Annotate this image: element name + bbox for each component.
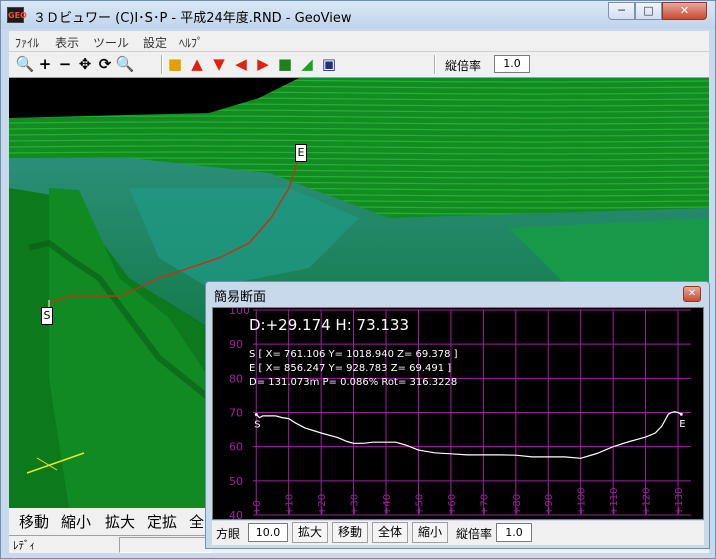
dialog-title: 簡易断面 (214, 290, 267, 305)
grid-label: 方眼 (216, 527, 241, 541)
profile-zoom-out-button[interactable]: 縮小 (412, 522, 448, 543)
y-tick-label: 60 (229, 441, 243, 454)
profile-info-start: S [ X= 761.106 Y= 1018.940 Z= 69.378 ] (249, 349, 458, 360)
profile-header: D:+29.174 H: 73.133 (249, 316, 409, 334)
status-panel (119, 537, 211, 553)
profile-dialog: 簡易断面 ✕ 40 50 60 70 80 90 100 +0 +10 +20 +30 +40 +50 +… (205, 281, 710, 549)
x-tick-label: +10 (285, 494, 296, 515)
x-tick-label: +30 (350, 494, 361, 515)
x-tick-label: +90 (544, 494, 555, 515)
profile-zoom-in-button[interactable]: 拡大 (292, 522, 328, 543)
terrain-box-icon[interactable]: ■ (275, 54, 295, 74)
start-marker: S (41, 307, 53, 325)
menu-help[interactable]: ﾍﾙﾌﾟ (179, 34, 203, 51)
arrow-right-icon[interactable]: ▶ (253, 54, 273, 74)
status-text: ﾚﾃﾞｨ (13, 539, 35, 552)
profile-plot[interactable]: 40 50 60 70 80 90 100 +0 +10 +20 +30 +40 +50 +60 +70 +8… (212, 307, 704, 520)
app-window: GEO ３Ｄビュワー (C)I･S･P - 平成24年度.RND - GeoVi… (0, 0, 716, 559)
minimize-button[interactable]: ─ (608, 2, 635, 20)
x-tick-label: +70 (479, 494, 490, 515)
profile-chart: 40 50 60 70 80 90 100 +0 +10 +20 +30 +40 +50 +60 +70 +8… (229, 308, 691, 519)
y-tick-label: 50 (229, 475, 243, 488)
window-icon[interactable]: ▣ (319, 54, 339, 74)
x-tick-label: +50 (414, 494, 425, 515)
menu-bar: ﾌｧｲﾙ 表示 ツール 設定 ﾍﾙﾌﾟ (9, 31, 709, 52)
vertical-scale-label: 縦倍率 (445, 59, 482, 73)
profile-info-distance: D= 131.073m P= 0.086% Rot= 316.3228 (249, 377, 457, 388)
zoom-search-icon[interactable]: 🔍 (15, 54, 35, 74)
plus-icon[interactable]: + (35, 54, 55, 74)
rotate-icon[interactable]: ⟳ (95, 54, 115, 74)
title-bar[interactable]: GEO ３Ｄビュワー (C)I･S･P - 平成24年度.RND - GeoVi… (1, 1, 715, 29)
cmd-all[interactable]: 全 (189, 511, 204, 532)
x-tick-label: +60 (447, 494, 458, 515)
profile-scale-input[interactable]: 1.0 (496, 523, 532, 542)
profile-endpoint-dot (254, 413, 258, 417)
profile-all-button[interactable]: 全体 (372, 522, 408, 543)
grid-input[interactable]: 10.0 (248, 523, 288, 542)
zoom-extent-icon[interactable]: 🔍 (115, 54, 135, 74)
toolbar-separator (161, 55, 163, 74)
maximize-button[interactable]: □ (635, 2, 662, 20)
profile-move-button[interactable]: 移動 (332, 522, 368, 543)
y-tick-label: 40 (229, 509, 243, 519)
menu-tools[interactable]: ツール (93, 34, 129, 51)
x-tick-label: +130 (674, 488, 685, 515)
profile-endpoint-label: S (254, 420, 260, 431)
arrow-down-icon[interactable]: ▼ (209, 54, 229, 74)
dialog-close-button[interactable]: ✕ (683, 286, 701, 302)
y-tick-label: 70 (229, 407, 243, 420)
x-tick-label: +80 (512, 494, 523, 515)
window-title: ３Ｄビュワー (C)I･S･P - 平成24年度.RND - GeoView (33, 11, 352, 26)
cmd-zoom-out[interactable]: 縮小 (61, 511, 91, 532)
vertical-scale-input[interactable]: 1.0 (494, 55, 530, 73)
dialog-toolbar: 方眼 10.0 拡大 移動 全体 縮小 縦倍率 1.0 (212, 521, 704, 545)
cmd-fixed-zoom[interactable]: 定拡 (147, 511, 177, 532)
cube-icon[interactable]: ■ (165, 54, 185, 74)
profile-scale-label: 縦倍率 (456, 527, 493, 541)
menu-settings[interactable]: 設定 (143, 34, 167, 51)
profile-endpoint-dot (679, 412, 683, 416)
y-tick-label: 80 (229, 372, 243, 385)
x-tick-label: +100 (577, 488, 588, 515)
y-tick-label: 90 (229, 338, 243, 351)
cmd-zoom-in[interactable]: 拡大 (105, 511, 135, 532)
close-button[interactable]: ✕ (662, 2, 707, 20)
app-logo-icon: GEO (7, 7, 27, 23)
arrow-up-icon[interactable]: ▲ (187, 54, 207, 74)
arrow-left-icon[interactable]: ◀ (231, 54, 251, 74)
x-tick-label: +120 (642, 488, 653, 515)
x-tick-label: +110 (609, 488, 620, 515)
profile-endpoint-label: E (679, 419, 685, 430)
menu-file[interactable]: ﾌｧｲﾙ (15, 34, 39, 51)
toolbar: 🔍 + − ✥ ⟳ 🔍 ■ ▲ ▼ ◀ ▶ ■ ◢ ▣ 縦倍率 1.0 (9, 52, 709, 78)
cmd-move[interactable]: 移動 (19, 511, 49, 532)
axes-icon[interactable]: ◢ (297, 54, 317, 74)
x-tick-label: +0 (252, 500, 263, 515)
toolbar-separator (434, 55, 436, 74)
end-marker: E (295, 144, 307, 162)
x-tick-label: +40 (382, 494, 393, 515)
move-icon[interactable]: ✥ (75, 54, 95, 74)
profile-info-end: E [ X= 856.247 Y= 928.783 Z= 69.491 ] (249, 363, 451, 374)
profile-series-line (255, 411, 682, 459)
x-tick-label: +20 (317, 494, 328, 515)
y-tick-label: 100 (229, 308, 250, 317)
minus-icon[interactable]: − (55, 54, 75, 74)
menu-view[interactable]: 表示 (55, 34, 79, 51)
